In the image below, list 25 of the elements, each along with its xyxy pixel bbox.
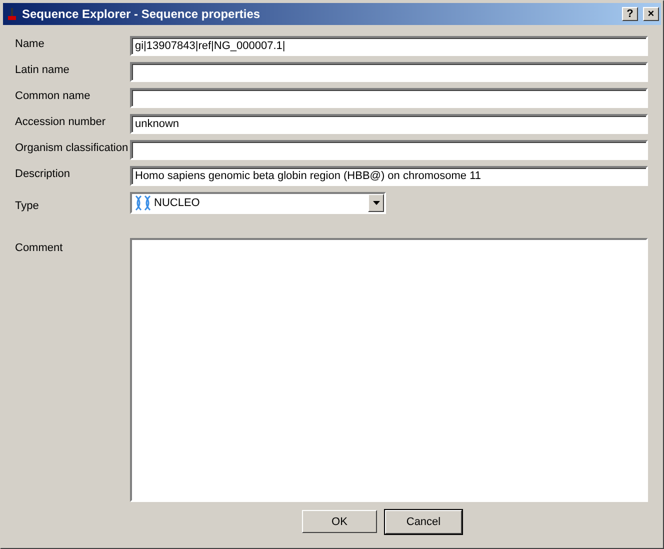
help-button[interactable]: ?: [622, 7, 638, 21]
text-field[interactable]: Homo sapiens genomic beta globin region (HBB@) on chromosome 11: [130, 166, 648, 186]
field-label: Organism classification: [15, 141, 128, 156]
dropdown-button[interactable]: [368, 194, 384, 212]
text-field[interactable]: [130, 62, 648, 82]
field-label: Comment: [15, 241, 63, 256]
field-label: Latin name: [15, 63, 70, 78]
cancel-button[interactable]: Cancel: [385, 510, 462, 534]
field-label: Name: [15, 37, 44, 52]
text-field[interactable]: [130, 88, 648, 108]
text-field[interactable]: unknown: [130, 114, 648, 134]
ok-button[interactable]: OK: [302, 510, 377, 533]
dna-icon: [134, 195, 152, 211]
text-field[interactable]: gi|13907843|ref|NG_000007.1|: [130, 36, 648, 56]
comment-field[interactable]: [130, 238, 648, 502]
app-icon: [7, 7, 17, 21]
type-dropdown[interactable]: NUCLEO: [130, 192, 386, 214]
field-label: Common name: [15, 89, 90, 104]
field-label: Description: [15, 167, 70, 182]
caret-icon: [372, 201, 380, 205]
window-title: Sequence Explorer - Sequence properties: [22, 7, 262, 21]
text-field[interactable]: [130, 140, 648, 160]
close-button[interactable]: ×: [643, 7, 659, 21]
field-label: Accession number: [15, 115, 106, 130]
field-label: Type: [15, 199, 39, 214]
